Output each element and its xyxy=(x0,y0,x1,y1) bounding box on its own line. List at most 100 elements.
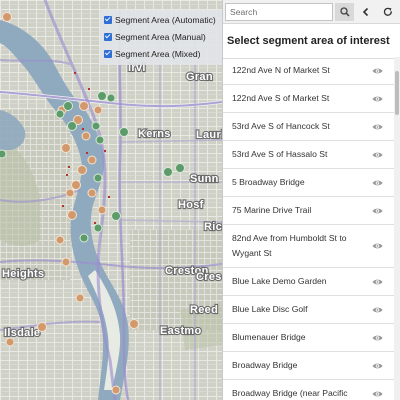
eye-icon[interactable] xyxy=(372,306,383,314)
map-label: Heights xyxy=(2,268,44,280)
list-item[interactable]: Broadway Bridge (near Pacific xyxy=(223,380,395,400)
segment-marker[interactable] xyxy=(119,127,129,137)
segment-marker[interactable] xyxy=(63,101,73,111)
search-button[interactable] xyxy=(335,2,354,21)
list-item[interactable]: 122nd Ave S of Market St xyxy=(223,85,395,113)
eye-icon[interactable] xyxy=(372,242,383,250)
segment-marker[interactable] xyxy=(111,211,121,221)
segment-marker[interactable] xyxy=(91,121,101,131)
legend-item-mixed[interactable]: Segment Area (Mixed) xyxy=(104,45,219,62)
map-label: Sunn xyxy=(190,173,219,185)
eye-icon[interactable] xyxy=(372,179,383,187)
list-item-label: 122nd Ave N of Market St xyxy=(232,65,330,75)
eye-icon[interactable] xyxy=(372,95,383,103)
legend-item-automatic[interactable]: Segment Area (Automatic) xyxy=(104,11,219,28)
segment-marker[interactable] xyxy=(163,167,173,177)
list-item-label: Broadway Bridge (near Pacific xyxy=(232,388,348,398)
chevron-left-icon xyxy=(362,7,369,16)
segment-marker[interactable] xyxy=(79,101,89,111)
legend-label: Segment Area (Mixed) xyxy=(115,48,201,59)
segment-marker[interactable] xyxy=(67,121,77,131)
segment-marker[interactable] xyxy=(93,173,103,183)
map-legend: Segment Area (Automatic) Segment Area (M… xyxy=(100,10,222,65)
segment-marker[interactable] xyxy=(75,293,85,303)
segment-marker[interactable] xyxy=(81,131,91,141)
segment-marker[interactable] xyxy=(55,235,65,245)
segment-marker[interactable] xyxy=(129,319,139,329)
list-item[interactable]: Blue Lake Disc Golf xyxy=(223,296,395,324)
list-item[interactable]: 75 Marine Drive Trail xyxy=(223,197,395,225)
segment-marker[interactable] xyxy=(67,210,77,220)
eye-icon[interactable] xyxy=(372,362,383,370)
refresh-icon xyxy=(383,7,392,16)
search-bar xyxy=(223,0,400,24)
segment-marker[interactable] xyxy=(106,93,116,103)
panel-title: Select segment area of interest xyxy=(223,24,400,59)
map-label: Gran xyxy=(186,71,213,83)
segment-marker[interactable] xyxy=(61,257,71,267)
segment-marker[interactable] xyxy=(55,109,65,119)
segment-marker[interactable] xyxy=(111,385,121,395)
checkbox-icon[interactable] xyxy=(104,49,112,58)
legend-item-manual[interactable]: Segment Area (Manual) xyxy=(104,28,219,45)
eye-icon[interactable] xyxy=(372,67,383,75)
segment-marker[interactable] xyxy=(93,105,103,115)
eye-icon[interactable] xyxy=(372,151,383,159)
segment-marker[interactable] xyxy=(61,143,71,153)
segment-marker[interactable] xyxy=(97,91,107,101)
eye-icon[interactable] xyxy=(372,334,383,342)
list-item-label: 5 Broadway Bridge xyxy=(232,177,305,187)
list-item-label: 53rd Ave S of Hancock St xyxy=(232,121,330,131)
eye-icon[interactable] xyxy=(372,207,383,215)
list-item[interactable]: Broadway Bridge xyxy=(223,352,395,380)
list-item[interactable]: 122nd Ave N of Market St xyxy=(223,57,395,85)
segment-marker[interactable] xyxy=(0,149,7,159)
list-item-label: Blue Lake Demo Garden xyxy=(232,276,327,286)
map-label: Eastmo xyxy=(160,325,202,337)
legend-label: Segment Area (Automatic) xyxy=(115,14,216,25)
search-input[interactable] xyxy=(225,2,333,21)
segment-marker[interactable] xyxy=(87,188,97,198)
list-item[interactable]: 53rd Ave S of Hassalo St xyxy=(223,141,395,169)
list-item-label: 53rd Ave S of Hassalo St xyxy=(232,149,328,159)
map-label: Cres xyxy=(196,271,222,283)
list-item-label: 75 Marine Drive Trail xyxy=(232,205,312,215)
refresh-button[interactable] xyxy=(378,3,398,21)
eye-icon[interactable] xyxy=(372,278,383,286)
segment-marker[interactable] xyxy=(71,180,81,190)
segment-marker[interactable] xyxy=(97,205,107,215)
list-item-label: 122nd Ave S of Market St xyxy=(232,93,330,103)
checkbox-icon[interactable] xyxy=(104,32,112,41)
segment-marker[interactable] xyxy=(77,165,87,175)
segment-list: 122nd Ave N of Market St 122nd Ave S of … xyxy=(223,57,395,400)
scrollbar[interactable] xyxy=(394,57,400,400)
map-view[interactable]: Irvi Gran Kerns Lauri Sunn Rich Hosf Cre… xyxy=(0,0,222,400)
map-label: Hosf xyxy=(178,199,204,211)
legend-label: Segment Area (Manual) xyxy=(115,31,206,42)
eye-icon[interactable] xyxy=(372,123,383,131)
segment-marker[interactable] xyxy=(2,12,12,22)
segment-marker[interactable] xyxy=(175,163,185,173)
segment-sidebar: Select segment area of interest 122nd Av… xyxy=(222,0,400,400)
segment-marker[interactable] xyxy=(79,233,89,243)
eye-icon[interactable] xyxy=(372,390,383,398)
segment-marker[interactable] xyxy=(37,322,47,332)
list-item[interactable]: 82nd Ave from Humboldt St to Wygant St xyxy=(223,225,395,268)
scrollbar-thumb[interactable] xyxy=(395,71,399,115)
list-item[interactable]: Blue Lake Demo Garden xyxy=(223,268,395,296)
back-button[interactable] xyxy=(356,3,376,21)
list-item[interactable]: 53rd Ave S of Hancock St xyxy=(223,113,395,141)
search-icon xyxy=(339,6,350,17)
list-item-label: Blue Lake Disc Golf xyxy=(232,304,308,314)
segment-marker[interactable] xyxy=(95,135,105,145)
segment-marker[interactable] xyxy=(93,223,103,233)
list-item-label: Broadway Bridge xyxy=(232,360,298,370)
segment-marker[interactable] xyxy=(87,155,97,165)
map-label: Kerns xyxy=(138,128,171,140)
list-item[interactable]: 5 Broadway Bridge xyxy=(223,169,395,197)
segment-marker[interactable] xyxy=(65,188,75,198)
checkbox-icon[interactable] xyxy=(104,15,112,24)
segment-marker[interactable] xyxy=(5,337,15,347)
map-label: Rich xyxy=(204,221,222,233)
list-item[interactable]: Blumenauer Bridge xyxy=(223,324,395,352)
